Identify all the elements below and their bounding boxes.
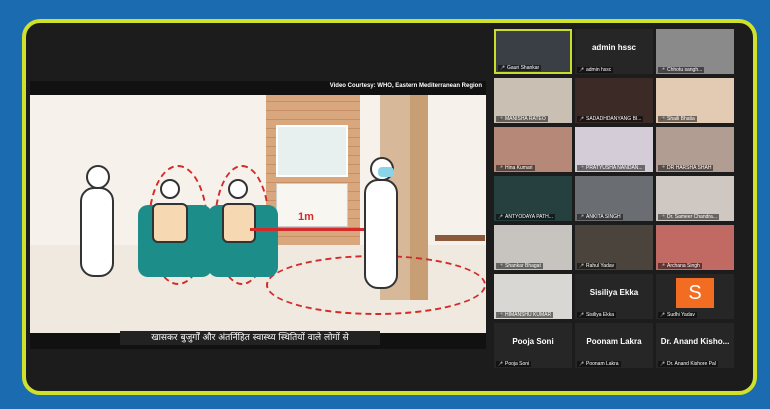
muted-mic-icon: 🎤 [660, 67, 665, 72]
participant-name-label: 🎤 Poonam Lakra [577, 361, 621, 367]
participant-name-label: 🎤 HIMANSHU KUMAR [496, 312, 554, 318]
participant-name-label: 🎤 ANKITA SINGH [577, 214, 623, 220]
subtitle-caption: खासकर बुजुर्गों और अंतर्निहित स्वास्थ्य … [120, 331, 380, 345]
distance-label: 1m [298, 211, 314, 223]
face-mask [378, 167, 394, 177]
participant-gallery: 🎤 Gauri Shankar admin hssc 🎤 admin hssc 🎤 Chho… [494, 29, 753, 391]
participant-tile[interactable]: 🎤 SADADHDANYANG BI... [575, 78, 653, 123]
participant-name-label: 🎤 Gauri Shankar [498, 65, 542, 71]
participant-display-name: Pooja Soni [512, 337, 554, 346]
masked-person-body [364, 179, 398, 289]
participant-tile[interactable]: 🎤 Rahul Yadav [575, 225, 653, 270]
muted-mic-icon: 🎤 [660, 263, 665, 268]
participant-name-label: 🎤 Shaili Bhatia [658, 116, 697, 122]
muted-mic-icon: 🎤 [660, 214, 665, 219]
participant-tile[interactable]: 🎤 MANISHA RATEO [494, 78, 572, 123]
muted-mic-icon: 🎤 [500, 65, 505, 70]
participant-tile[interactable]: 🎤 Dr. Sameer Chandra... [656, 176, 734, 221]
muted-mic-icon: 🎤 [579, 116, 584, 121]
muted-mic-icon: 🎤 [498, 116, 503, 121]
muted-mic-icon: 🎤 [660, 312, 665, 317]
participant-display-name: Dr. Anand Kisho... [660, 337, 730, 346]
participant-name-label: 🎤 DR HARSHA SHAH [658, 165, 714, 171]
muted-mic-icon: 🎤 [660, 165, 665, 170]
participant-name-label: 🎤 Chhotu sangh... [658, 67, 705, 73]
participant-tile[interactable]: 🎤 DR HARSHA SHAH [656, 127, 734, 172]
participant-name-label: 🎤 Hina Kumari [496, 165, 535, 171]
participant-name-label: 🎤 Pooja Soni [496, 361, 532, 367]
participant-tile[interactable]: Pooja Soni 🎤 Pooja Soni [494, 323, 572, 368]
participant-tile[interactable]: 🎤 Gauri Shankar [494, 29, 572, 74]
participant-name-label: 🎤 Archana Singh [658, 263, 702, 269]
seated-person-body-2 [222, 203, 256, 243]
muted-mic-icon: 🎤 [498, 361, 503, 366]
muted-mic-icon: 🎤 [498, 214, 503, 219]
side-table [435, 235, 485, 241]
participant-tile[interactable]: 🎤 Chhotu sangh... [656, 29, 734, 74]
participant-tile[interactable]: 🎤 HIMANSHU KUMAR [494, 274, 572, 319]
muted-mic-icon: 🎤 [579, 312, 584, 317]
standing-person-body [80, 187, 114, 277]
participant-name-label: 🎤 MANISHA RATEO [496, 116, 548, 122]
participant-display-name: Poonam Lakra [586, 337, 642, 346]
participant-name-label: 🎤 Sudhi Yadav [658, 312, 697, 318]
participant-name-label: 🎤 ANTYODAYA PATH... [496, 214, 555, 220]
participant-name-label: 🎤 Sisiliya Ekka [577, 312, 617, 318]
participant-display-name: admin hssc [591, 43, 636, 52]
participant-name-label: 🎤 PRATYUSHA NANDAN... [577, 165, 645, 171]
participant-tile[interactable]: 🎤 Hina Kumari [494, 127, 572, 172]
participant-tile[interactable]: 🎤 Shankar Bhagat [494, 225, 572, 270]
participant-tile[interactable]: 🎤 PRATYUSHA NANDAN... [575, 127, 653, 172]
seated-person-head [160, 179, 180, 199]
participant-name-label: 🎤 Shankar Bhagat [496, 263, 543, 269]
muted-mic-icon: 🎤 [498, 312, 503, 317]
muted-mic-icon: 🎤 [498, 165, 503, 170]
participant-tile[interactable]: Poonam Lakra 🎤 Poonam Lakra [575, 323, 653, 368]
muted-mic-icon: 🎤 [579, 165, 584, 170]
muted-mic-icon: 🎤 [579, 361, 584, 366]
muted-mic-icon: 🎤 [660, 361, 665, 366]
muted-mic-icon: 🎤 [579, 263, 584, 268]
distance-line [250, 228, 370, 231]
participant-tile[interactable]: 🎤 ANTYODAYA PATH... [494, 176, 572, 221]
meeting-window: Video Courtesy: WHO, Eastern Mediterrane… [22, 19, 757, 395]
participant-name-label: 🎤 Dr. Anand Kishore Pal [658, 361, 718, 367]
participant-name-label: 🎤 Rahul Yadav [577, 263, 617, 269]
participant-tile[interactable]: Sisiliya Ekka 🎤 Sisiliya Ekka [575, 274, 653, 319]
participant-display-name: Sisiliya Ekka [589, 288, 639, 297]
seated-person-head-2 [228, 179, 248, 199]
cabinet [276, 125, 348, 177]
participant-tile[interactable]: Dr. Anand Kisho... 🎤 Dr. Anand Kishore Pal [656, 323, 734, 368]
video-scene: 1m [30, 95, 486, 333]
avatar: S [676, 278, 714, 308]
participant-tile[interactable]: S 🎤 Sudhi Yadav [656, 274, 734, 319]
muted-mic-icon: 🎤 [660, 116, 665, 121]
participant-tile[interactable]: admin hssc 🎤 admin hssc [575, 29, 653, 74]
muted-mic-icon: 🎤 [579, 67, 584, 72]
courtesy-text: Video Courtesy: WHO, Eastern Mediterrane… [329, 83, 482, 89]
participant-name-label: 🎤 admin hssc [577, 67, 614, 73]
participant-name-label: 🎤 SADADHDANYANG BI... [577, 116, 644, 122]
seated-person-body [152, 203, 188, 243]
muted-mic-icon: 🎤 [498, 263, 503, 268]
participant-tile[interactable]: 🎤 Archana Singh [656, 225, 734, 270]
shared-screen: Video Courtesy: WHO, Eastern Mediterrane… [30, 81, 486, 349]
participant-tile[interactable]: 🎤 ANKITA SINGH [575, 176, 653, 221]
participant-name-label: 🎤 Dr. Sameer Chandra... [658, 214, 720, 220]
muted-mic-icon: 🎤 [579, 214, 584, 219]
participant-tile[interactable]: 🎤 Shaili Bhatia [656, 78, 734, 123]
standing-person-head [86, 165, 110, 189]
